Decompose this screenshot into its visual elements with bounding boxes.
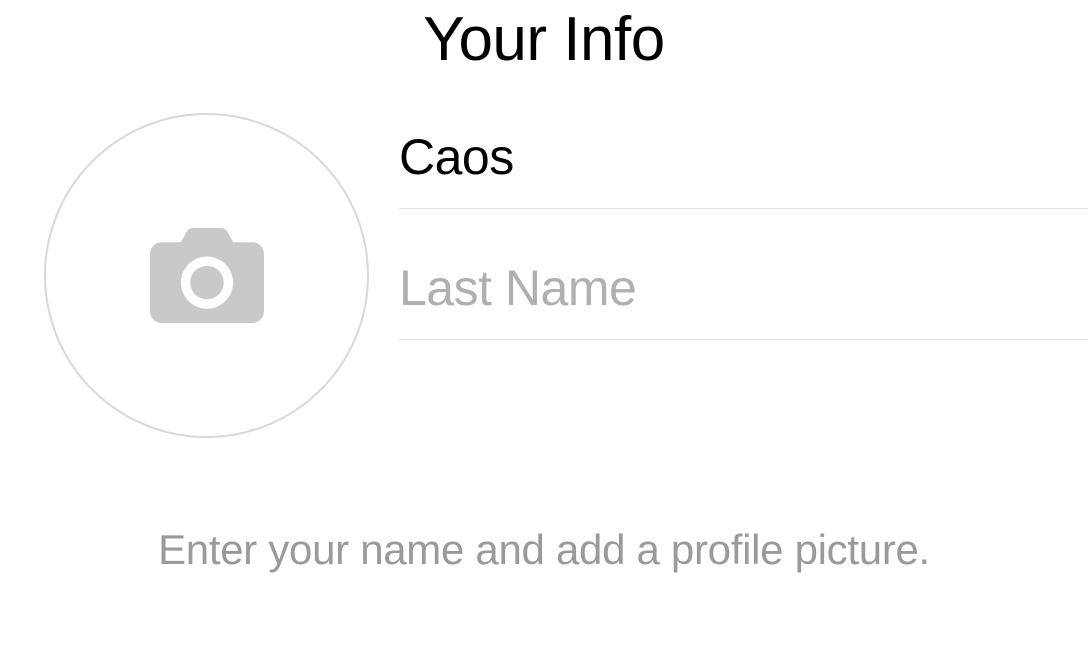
last-name-input[interactable] [399,259,1088,317]
form-row [0,113,1088,438]
your-info-screen: Your Info Enter your name and add a prof… [0,0,1088,670]
camera-icon [147,228,267,323]
page-title: Your Info [0,0,1088,75]
name-fields [399,113,1088,340]
first-name-wrapper [399,128,1088,209]
add-profile-picture-button[interactable] [44,113,369,438]
first-name-input[interactable] [399,128,1088,186]
helper-text: Enter your name and add a profile pictur… [0,526,1088,574]
last-name-wrapper [399,259,1088,340]
